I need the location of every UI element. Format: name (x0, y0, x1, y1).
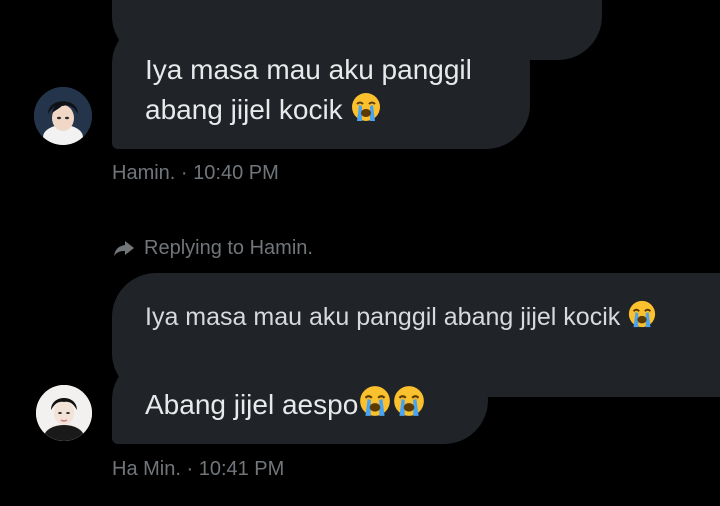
message-bubble-1[interactable]: Iya masa mau aku panggil abang jijel koc… (112, 20, 530, 149)
loudly-crying-face-icon (392, 384, 426, 426)
message-1-line-2: abang jijel kocik (145, 90, 502, 134)
message-bubble-2[interactable]: Abang jijel aespo (112, 356, 488, 444)
quoted-message-text: Iya masa mau aku panggil abang jijel koc… (145, 303, 621, 331)
loudly-crying-face-icon (627, 299, 657, 338)
reply-context[interactable]: Replying to Hamin. (112, 236, 313, 260)
message-time: 10:40 PM (193, 162, 279, 184)
author-name: Hamin. (112, 162, 176, 184)
sender-avatar-ha-min[interactable] (36, 385, 92, 441)
sender-avatar-hamin[interactable] (34, 87, 92, 145)
message-2-meta: Ha Min. · 10:41 PM (112, 458, 284, 481)
message-1-meta: Hamin. · 10:40 PM (112, 162, 279, 185)
message-time: 10:41 PM (198, 458, 285, 480)
author-name: Ha Min. (112, 458, 181, 480)
loudly-crying-face-icon (358, 384, 392, 426)
loudly-crying-face-icon (350, 91, 382, 134)
separator-dot: · (180, 162, 188, 184)
message-2-text: Abang jijel aespo (145, 389, 359, 420)
separator-dot: · (186, 458, 194, 480)
message-1-line-1: Iya masa mau aku panggil (145, 54, 472, 85)
replying-to-label: Replying to Hamin. (144, 236, 313, 259)
reply-arrow-icon (112, 236, 136, 260)
